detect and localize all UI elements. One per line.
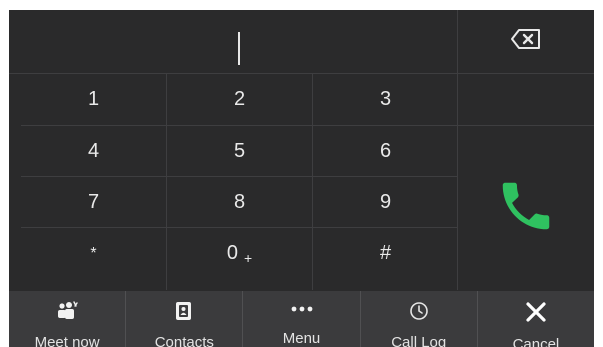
more-dots-icon	[291, 301, 313, 317]
contacts-button[interactable]: Contacts	[126, 291, 244, 347]
meet-now-button[interactable]: Meet now	[9, 291, 127, 347]
key-4[interactable]: 4	[21, 126, 166, 177]
contacts-icon	[174, 301, 194, 321]
bottom-toolbar: Meet now Contacts Menu Call Log Cancel	[9, 291, 594, 347]
key-0-plus: +	[243, 249, 253, 266]
key-3[interactable]: 3	[313, 74, 458, 125]
call-button[interactable]	[458, 126, 594, 290]
dial-keypad: 1 2 3 4 5 6 7 8 9 * 0 + #	[21, 74, 594, 290]
key-2[interactable]: 2	[167, 74, 312, 125]
dialer-screen: 1 2 3 4 5 6 7 8 9 * 0 + # Meet now Conta…	[9, 10, 594, 347]
key-1[interactable]: 1	[21, 74, 166, 125]
phone-call-icon	[495, 175, 557, 242]
clock-icon	[409, 301, 429, 321]
key-star[interactable]: *	[21, 228, 166, 279]
key-hash[interactable]: #	[313, 228, 458, 279]
text-cursor	[238, 32, 240, 65]
call-log-label: Call Log	[391, 334, 447, 347]
key-8[interactable]: 8	[167, 177, 312, 228]
contacts-label: Contacts	[154, 334, 214, 347]
key-6[interactable]: 6	[313, 126, 458, 177]
number-input[interactable]	[9, 10, 458, 73]
key-5[interactable]: 5	[167, 126, 312, 177]
meet-now-icon	[55, 301, 79, 321]
backspace-button[interactable]	[458, 10, 594, 73]
meet-now-label: Meet now	[34, 334, 100, 347]
call-log-button[interactable]: Call Log	[361, 291, 478, 347]
number-display	[9, 10, 594, 74]
menu-button[interactable]: Menu	[243, 291, 361, 347]
menu-label: Menu	[282, 330, 321, 347]
key-9[interactable]: 9	[313, 177, 458, 228]
cancel-label: Cancel	[512, 336, 560, 347]
backspace-icon	[510, 28, 542, 55]
close-icon	[525, 301, 547, 323]
key-7[interactable]: 7	[21, 177, 166, 228]
key-0[interactable]: 0 +	[167, 228, 312, 279]
cancel-button[interactable]: Cancel	[478, 291, 594, 347]
